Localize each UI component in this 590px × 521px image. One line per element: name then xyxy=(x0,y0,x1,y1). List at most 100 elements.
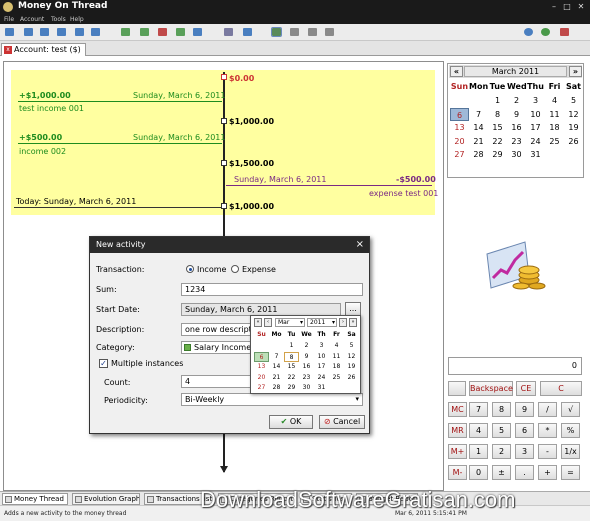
picker-day[interactable]: 11 xyxy=(329,352,344,362)
calc-key[interactable]: M+ xyxy=(448,444,467,459)
calendar-day[interactable]: 20 xyxy=(450,135,469,148)
calc-key[interactable]: MC xyxy=(448,402,467,417)
calendar-day[interactable]: 7 xyxy=(469,108,488,121)
expense-radio[interactable] xyxy=(231,265,239,273)
calc-key[interactable]: √ xyxy=(561,402,580,417)
calc-key[interactable]: * xyxy=(538,423,557,438)
calendar-day[interactable]: 19 xyxy=(564,121,583,134)
picker-month-select[interactable]: Mar ▾ xyxy=(275,318,305,327)
picker-day[interactable]: 22 xyxy=(284,373,299,383)
picker-day[interactable]: 19 xyxy=(344,362,359,372)
thread-node[interactable] xyxy=(221,118,227,124)
calendar-day[interactable]: 16 xyxy=(507,121,526,134)
calendar-day[interactable]: 9 xyxy=(507,108,526,121)
calendar-day[interactable]: 13 xyxy=(450,121,469,134)
calendar-day[interactable]: 27 xyxy=(450,148,469,161)
calc-key[interactable]: 5 xyxy=(492,423,511,438)
picker-day[interactable]: 3 xyxy=(314,341,329,351)
calendar-day[interactable]: 3 xyxy=(526,94,545,107)
calc-key[interactable]: CE xyxy=(516,381,536,396)
expense-arrow[interactable] xyxy=(226,185,432,186)
add-activity-icon[interactable] xyxy=(121,28,130,36)
calendar-day[interactable]: 25 xyxy=(545,135,564,148)
bookmark-icon[interactable] xyxy=(243,28,252,36)
close-icon[interactable]: ✕ xyxy=(576,2,586,11)
save-account-icon[interactable] xyxy=(40,28,49,36)
open-account-icon[interactable] xyxy=(24,28,33,36)
picker-day[interactable]: 14 xyxy=(269,362,284,372)
calendar-prev-button[interactable]: « xyxy=(450,66,463,77)
edit-activity-icon[interactable] xyxy=(140,28,149,36)
calc-key[interactable]: MR xyxy=(448,423,467,438)
picker-day[interactable]: 4 xyxy=(329,341,344,351)
picker-day[interactable]: 25 xyxy=(329,373,344,383)
menu-tools[interactable]: Tools xyxy=(51,16,66,23)
picker-day[interactable]: 27 xyxy=(254,383,269,393)
close-tab-icon[interactable]: x xyxy=(4,46,12,54)
periodicity-select[interactable]: Bi-Weekly ▾ xyxy=(181,393,363,406)
tab-money-thread[interactable]: Money Thread xyxy=(2,493,68,505)
calc-key[interactable]: = xyxy=(561,465,580,480)
menu-file[interactable]: File xyxy=(4,16,14,23)
new-account-icon[interactable] xyxy=(5,28,14,36)
picker-day[interactable]: 20 xyxy=(254,373,269,383)
calc-key[interactable]: 9 xyxy=(515,402,534,417)
picker-day[interactable]: 7 xyxy=(269,352,284,362)
picker-day[interactable]: 5 xyxy=(344,341,359,351)
calendar-day[interactable]: 30 xyxy=(507,148,526,161)
calc-key[interactable]: M- xyxy=(448,465,467,480)
close-account-icon[interactable] xyxy=(57,28,66,36)
picker-day[interactable]: 29 xyxy=(284,383,299,393)
menu-help[interactable]: Help xyxy=(70,16,84,23)
report-icon[interactable] xyxy=(308,28,317,36)
calendar-day[interactable]: 18 xyxy=(545,121,564,134)
picker-next-year-button[interactable]: » xyxy=(349,318,357,327)
web-icon[interactable] xyxy=(541,28,550,36)
maximize-icon[interactable]: □ xyxy=(562,2,572,11)
ok-button[interactable]: ✔ OK xyxy=(269,415,313,429)
calendar-day[interactable]: 2 xyxy=(507,94,526,107)
calendar-day[interactable]: 10 xyxy=(526,108,545,121)
calendar-day[interactable]: 15 xyxy=(488,121,507,134)
thread-node[interactable] xyxy=(221,160,227,166)
calc-key[interactable]: Backspace xyxy=(469,381,513,396)
category-select[interactable]: Salary Income xyxy=(181,341,253,354)
calendar-day[interactable]: 14 xyxy=(469,121,488,134)
picker-prev-year-button[interactable]: « xyxy=(254,318,262,327)
calc-key[interactable]: - xyxy=(538,444,557,459)
dialog-close-icon[interactable]: × xyxy=(356,237,364,253)
picker-day[interactable]: 6 xyxy=(254,351,269,362)
upload-icon[interactable] xyxy=(193,28,202,36)
calendar-day[interactable]: 1 xyxy=(488,94,507,107)
picker-day[interactable]: 28 xyxy=(269,383,284,393)
zoom-icon[interactable] xyxy=(271,27,282,37)
calc-key[interactable]: 2 xyxy=(492,444,511,459)
calendar-day[interactable]: 12 xyxy=(564,108,583,121)
multiple-instances-checkbox[interactable]: ✓ xyxy=(99,359,108,368)
help-icon[interactable] xyxy=(524,28,533,36)
picker-day[interactable]: 26 xyxy=(344,373,359,383)
calc-key[interactable]: C xyxy=(540,381,582,396)
calc-key[interactable]: 3 xyxy=(515,444,534,459)
picker-day[interactable]: 8 xyxy=(284,351,299,362)
delete-activity-icon[interactable] xyxy=(158,28,167,36)
calc-key[interactable]: 6 xyxy=(515,423,534,438)
menu-account[interactable]: Account xyxy=(20,16,44,23)
picker-day[interactable]: 1 xyxy=(284,341,299,351)
description-input[interactable]: one row description xyxy=(181,323,253,336)
account-tab[interactable]: x Account: test ($) xyxy=(1,43,86,56)
calendar-day[interactable]: 11 xyxy=(545,108,564,121)
thread-node[interactable] xyxy=(221,74,227,80)
calendar-day[interactable]: 8 xyxy=(488,108,507,121)
calendar-day[interactable]: 28 xyxy=(469,148,488,161)
import-icon[interactable] xyxy=(75,28,84,36)
calendar-day[interactable]: 6 xyxy=(450,107,469,121)
calc-key[interactable]: + xyxy=(538,465,557,480)
calendar-day[interactable]: 21 xyxy=(469,135,488,148)
picker-next-month-button[interactable]: › xyxy=(339,318,347,327)
picker-day[interactable]: 21 xyxy=(269,373,284,383)
calendar-day[interactable]: 23 xyxy=(507,135,526,148)
calc-key[interactable]: ± xyxy=(492,465,511,480)
picker-day[interactable]: 15 xyxy=(284,362,299,372)
cancel-button[interactable]: ⊘ Cancel xyxy=(319,415,365,429)
